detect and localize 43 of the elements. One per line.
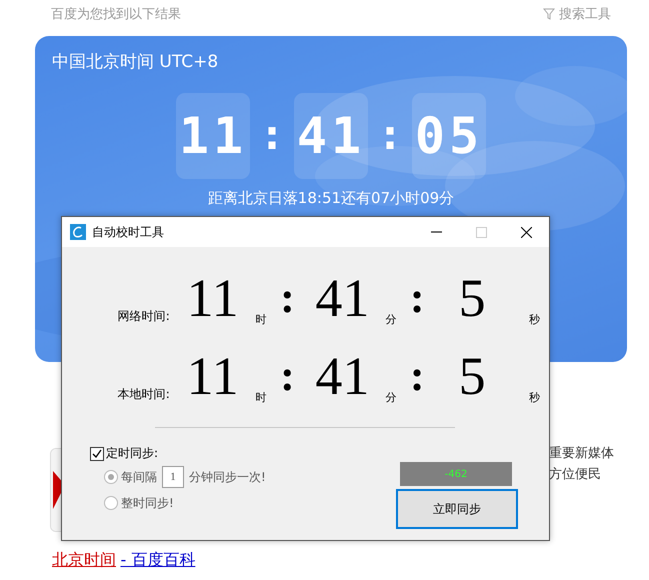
- app-icon: [70, 224, 86, 240]
- unit-label: 时: [256, 390, 268, 406]
- result-title-link[interactable]: 北京时间: [52, 550, 116, 569]
- flip-digit-tile: 41: [294, 93, 368, 179]
- time-label: 网络时间:: [116, 308, 170, 325]
- clock-title: 中国北京时间 UTC+8: [52, 51, 218, 73]
- result-snippet-line: 重要新媒体: [549, 445, 614, 462]
- unit-label: 秒: [528, 312, 542, 328]
- unit-label: 分: [385, 312, 398, 328]
- minute-value: 41: [314, 271, 370, 330]
- radio-label: 每间隔: [121, 468, 157, 486]
- offset-readout: -462: [400, 462, 512, 486]
- radio-label: 整时同步!: [121, 494, 174, 512]
- sunset-countdown: 距离北京日落18:51还有07小时09分: [206, 189, 456, 208]
- hour-value: 11: [186, 271, 240, 330]
- unit-label: 时: [256, 312, 268, 328]
- time-separator: :: [408, 272, 426, 324]
- result-source-link[interactable]: - 百度百科: [120, 550, 196, 569]
- time-separator: :: [279, 272, 296, 324]
- window-title: 自动校时工具: [92, 224, 165, 240]
- maximize-icon: [476, 226, 487, 238]
- flip-digit-tile: 11: [176, 93, 250, 179]
- result-snippet-line: 方位便民: [549, 466, 601, 483]
- minute-value: 41: [314, 349, 370, 408]
- time-separator: :: [279, 350, 296, 402]
- close-icon: [521, 226, 532, 238]
- unit-label: 分: [385, 390, 398, 406]
- result-count-note: 百度为您找到以下结果: [51, 6, 181, 23]
- time-separator: :: [408, 350, 426, 402]
- second-value: 5: [458, 349, 487, 408]
- sync-now-button[interactable]: 立即同步: [396, 489, 518, 529]
- second-value: 5: [458, 271, 487, 330]
- radio-label: 分钟同步一次!: [189, 468, 266, 486]
- flip-digit-tile: 05: [412, 93, 486, 179]
- minimize-icon: [431, 231, 442, 233]
- time-label: 本地时间:: [116, 386, 170, 403]
- unit-label: 秒: [528, 390, 542, 406]
- checkbox[interactable]: [90, 446, 104, 460]
- clock-separator: :: [382, 113, 398, 159]
- filter-icon: [543, 8, 555, 20]
- clock-separator: :: [264, 113, 280, 159]
- checkbox-label: 定时同步:: [106, 445, 158, 462]
- hour-value: 11: [186, 349, 240, 408]
